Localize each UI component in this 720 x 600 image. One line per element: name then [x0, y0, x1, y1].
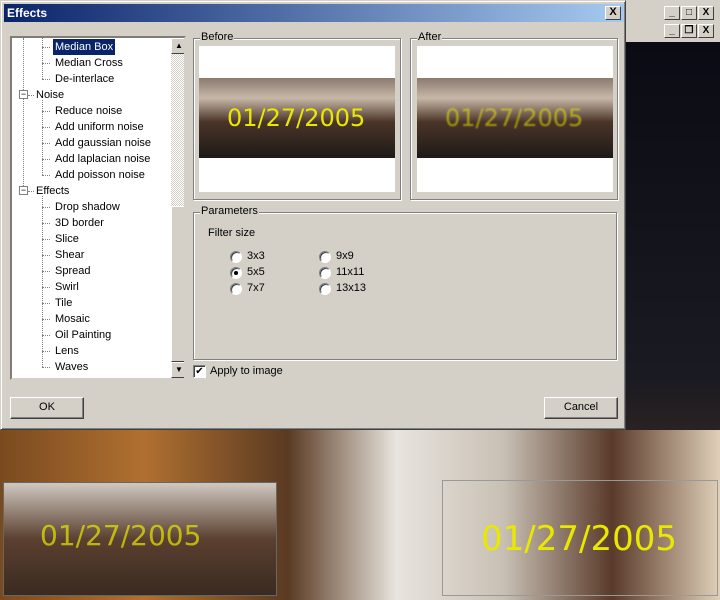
tree-item[interactable]: 3D border — [53, 215, 106, 231]
ok-button[interactable]: OK — [10, 397, 84, 419]
filter-size-option-label[interactable]: 9x9 — [336, 250, 354, 262]
dialog-close-button[interactable]: X — [605, 6, 621, 20]
tree-group[interactable]: Effects — [34, 183, 71, 199]
mdi-minimize-button[interactable]: _ — [664, 6, 680, 20]
tree-item[interactable]: Shear — [53, 247, 86, 263]
tree-item[interactable]: De-interlace — [53, 71, 116, 87]
background-photo-inset: 01/27/2005 — [3, 482, 277, 596]
tree-item[interactable]: Median Cross — [53, 55, 125, 71]
cancel-button[interactable]: Cancel — [544, 397, 618, 419]
mdi-maximize-button[interactable]: □ — [681, 6, 697, 20]
filter-size-option-label[interactable]: 11x11 — [336, 266, 364, 278]
scroll-up-button[interactable]: ▲ — [171, 38, 184, 54]
tree-item[interactable]: Slice — [53, 231, 81, 247]
tree-item[interactable]: Mosaic — [53, 311, 92, 327]
filter-size-radio[interactable] — [230, 251, 242, 263]
filter-size-radio[interactable] — [319, 283, 331, 295]
scroll-thumb[interactable] — [171, 206, 184, 362]
parameters-group: Parameters Filter size 3x3 5x5 7x7 9x9 11x11… — [193, 205, 617, 360]
after-label: After — [417, 31, 443, 43]
mdi-close-button[interactable]: X — [698, 6, 714, 20]
after-preview: 01/27/2005 — [417, 46, 613, 192]
scroll-down-button[interactable]: ▼ — [171, 362, 184, 378]
filter-size-option-label[interactable]: 3x3 — [247, 250, 265, 262]
before-label: Before — [200, 31, 235, 43]
filter-size-radio[interactable] — [230, 267, 242, 279]
before-preview: 01/27/2005 — [199, 46, 395, 192]
tree-item[interactable]: Lens — [53, 343, 81, 359]
tree-item[interactable]: Tile — [53, 295, 74, 311]
effects-tree[interactable]: Median Box Median Cross De-interlace − Noise… — [10, 36, 186, 380]
child-close-button[interactable]: X — [698, 24, 714, 38]
tree-scrollbar[interactable]: ▲ ▼ — [171, 38, 184, 378]
tree-expander[interactable]: − — [19, 186, 28, 195]
filter-size-radio[interactable] — [230, 283, 242, 295]
effects-dialog: Effects X Median Box Median Cross De-inter… — [0, 0, 626, 430]
apply-to-image-label[interactable]: Apply to image — [210, 365, 283, 377]
tree-item[interactable]: Oil Painting — [53, 327, 113, 343]
selection-rectangle[interactable]: 01/27/2005 — [442, 480, 718, 596]
tree-item[interactable]: Add uniform noise — [53, 119, 146, 135]
filter-size-label: Filter size — [208, 227, 256, 239]
before-date-stamp: 01/27/2005 — [227, 104, 366, 132]
filter-size-option-label[interactable]: 5x5 — [247, 266, 265, 278]
tree-item[interactable]: Median Box — [53, 39, 116, 55]
dialog-title: Effects — [4, 4, 624, 22]
parameters-label: Parameters — [200, 205, 259, 217]
apply-to-image-checkbox[interactable]: ✔ — [193, 365, 206, 378]
child-minimize-button[interactable]: _ — [664, 24, 680, 38]
tree-item[interactable]: Add laplacian noise — [53, 151, 152, 167]
tree-group[interactable]: Noise — [34, 87, 66, 103]
tree-item[interactable]: Add gaussian noise — [53, 135, 153, 151]
date-stamp-left: 01/27/2005 — [40, 519, 202, 552]
tree-item[interactable]: Spread — [53, 263, 92, 279]
filter-size-option-label[interactable]: 13x13 — [336, 282, 366, 294]
before-group: Before 01/27/2005 — [193, 31, 401, 200]
filter-size-radio[interactable] — [319, 267, 331, 279]
date-stamp-right: 01/27/2005 — [481, 519, 677, 559]
tree-item[interactable]: Reduce noise — [53, 103, 124, 119]
tree-item[interactable]: Drop shadow — [53, 199, 122, 215]
after-group: After 01/27/2005 — [410, 31, 618, 200]
tree-item[interactable]: Swirl — [53, 279, 81, 295]
tree-expander[interactable]: − — [19, 90, 28, 99]
child-restore-button[interactable]: ❐ — [681, 24, 697, 38]
tree-item[interactable]: Waves — [53, 359, 90, 375]
tree-item[interactable]: Add poisson noise — [53, 167, 147, 183]
filter-size-radio[interactable] — [319, 251, 331, 263]
after-date-stamp: 01/27/2005 — [445, 104, 584, 132]
filter-size-option-label[interactable]: 7x7 — [247, 282, 265, 294]
